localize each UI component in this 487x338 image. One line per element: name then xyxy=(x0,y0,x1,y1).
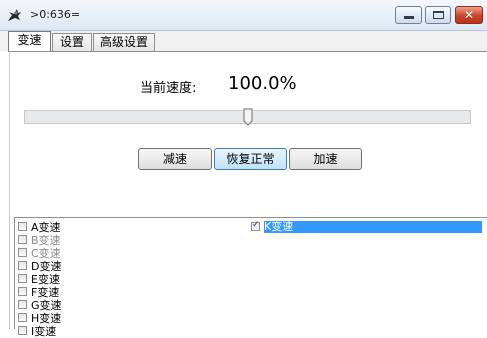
minimize-icon xyxy=(404,16,414,19)
list-item-label: A变速 xyxy=(31,221,61,234)
close-button[interactable]: ✕ xyxy=(455,6,483,24)
list-item-label: B变速 xyxy=(31,234,61,247)
list-item-label: D变速 xyxy=(31,260,62,273)
list-item-checkbox[interactable] xyxy=(18,287,27,296)
list-item-label: I变速 xyxy=(31,325,57,338)
process-list[interactable] xyxy=(14,217,487,329)
tab-speed[interactable]: 变速 xyxy=(8,31,51,52)
list-item-selected[interactable]: K变速 xyxy=(251,220,482,233)
current-speed-label: 当前速度: xyxy=(140,81,197,96)
list-item-label: H变速 xyxy=(31,312,62,325)
reset-speed-button[interactable]: 恢复正常 xyxy=(214,148,287,170)
title-bar: >0:636= ✕ xyxy=(0,0,487,31)
tab-settings[interactable]: 设置 xyxy=(52,33,92,51)
list-item-checkbox-checked[interactable] xyxy=(251,220,260,231)
maximize-icon xyxy=(433,11,444,19)
increase-speed-button[interactable]: 加速 xyxy=(289,148,362,170)
close-icon: ✕ xyxy=(463,8,475,22)
minimize-button[interactable] xyxy=(395,6,422,24)
list-item-label: E变速 xyxy=(31,273,60,286)
speed-slider-thumb[interactable] xyxy=(243,108,253,126)
app-icon xyxy=(8,9,21,21)
list-item-checkbox[interactable] xyxy=(18,222,27,231)
list-item-checkbox[interactable] xyxy=(18,235,27,244)
list-item-checkbox[interactable] xyxy=(18,274,27,283)
list-item-checkbox[interactable] xyxy=(18,326,27,335)
list-item-checkbox[interactable] xyxy=(18,248,27,257)
list-item-checkbox[interactable] xyxy=(18,261,27,270)
list-item-checkbox[interactable] xyxy=(18,300,27,309)
list-item-label: G变速 xyxy=(31,299,62,312)
tab-advanced-settings[interactable]: 高级设置 xyxy=(93,33,155,51)
list-item-label: C变速 xyxy=(31,247,61,260)
maximize-button[interactable] xyxy=(425,6,451,24)
list-item-checkbox[interactable] xyxy=(18,313,27,322)
list-item-label: F变速 xyxy=(31,286,60,299)
decrease-speed-button[interactable]: 减速 xyxy=(138,148,212,170)
list-item-label: K变速 xyxy=(264,221,482,233)
tab-strip: 变速 设置 高级设置 xyxy=(0,31,487,52)
current-speed-value: 100.0% xyxy=(228,73,297,94)
window-title: >0:636= xyxy=(30,8,81,21)
